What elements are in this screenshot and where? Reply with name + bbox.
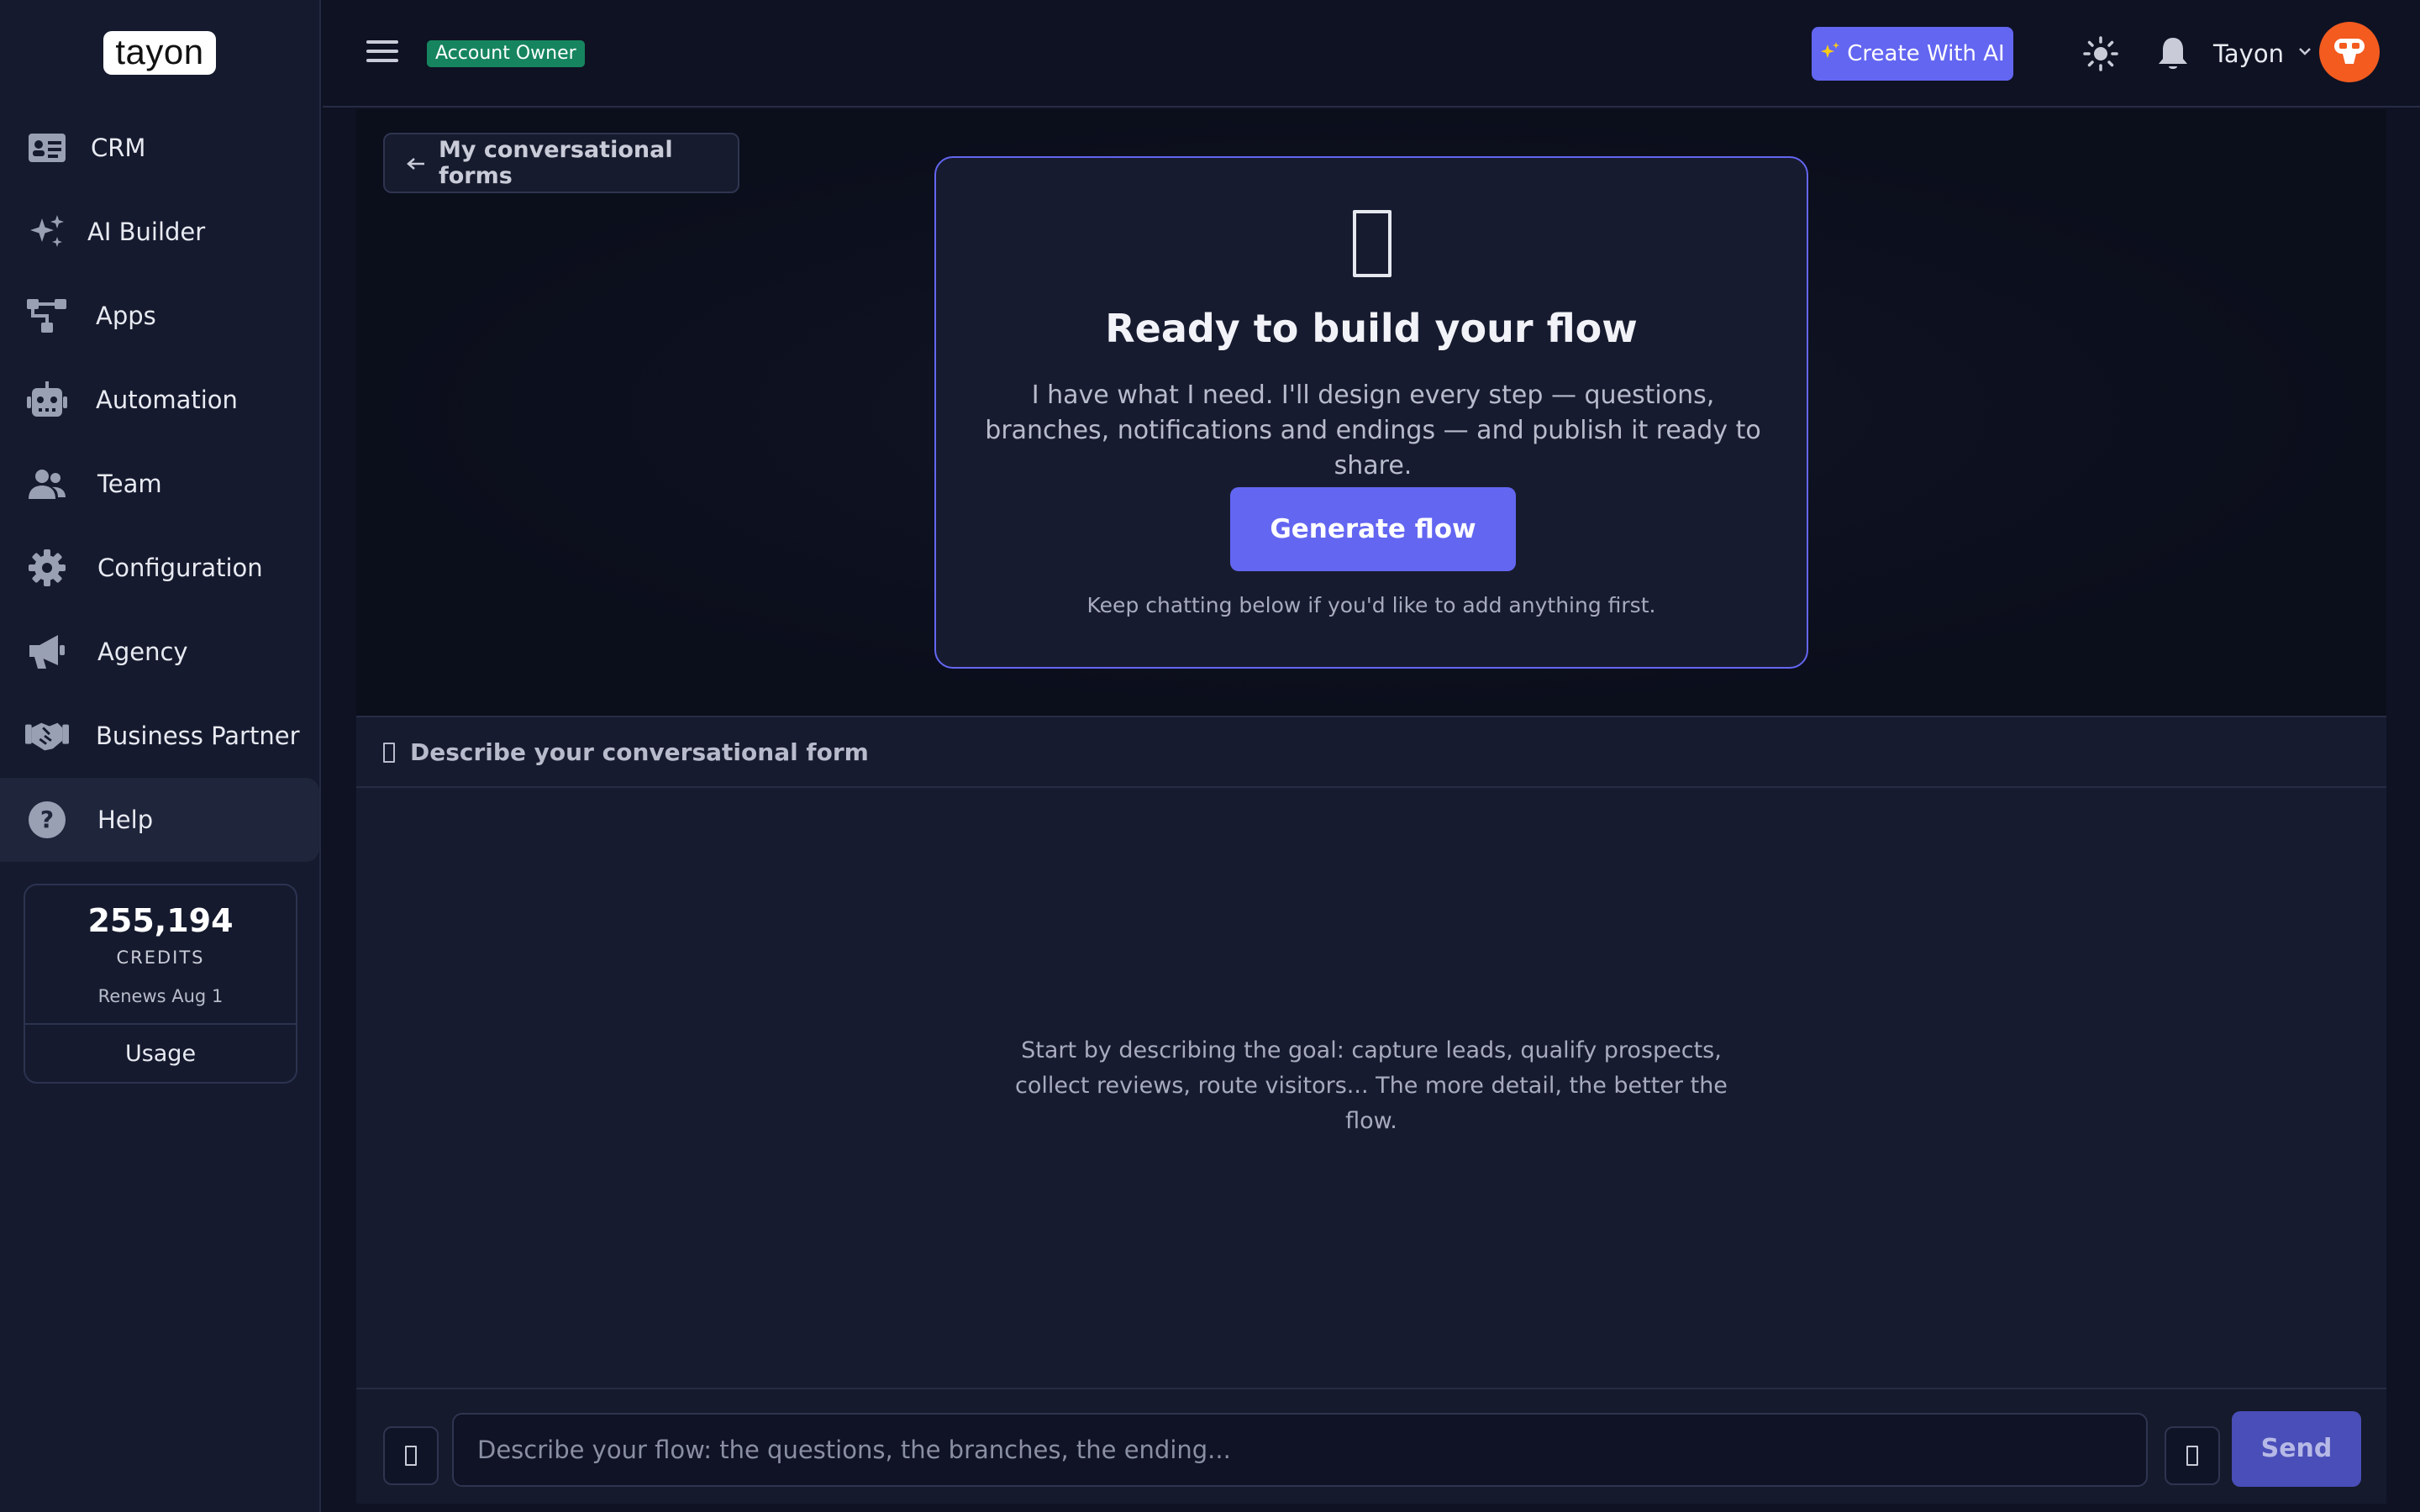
flow-ready-area: My conversational forms Ready to build y… xyxy=(356,109,2386,716)
sidebar: tayon CRM AI Builder Apps Automation Tea… xyxy=(0,0,321,1512)
sidebar-item-configuration[interactable]: Configuration xyxy=(0,526,321,610)
sidebar-item-label: Agency xyxy=(97,638,188,666)
sidebar-item-label: Business Partner xyxy=(96,722,300,750)
attach-button[interactable] xyxy=(383,1426,439,1485)
sidebar-item-label: Configuration xyxy=(97,554,263,582)
chat-composer: Send xyxy=(356,1388,2386,1504)
placeholder-glyph-icon xyxy=(1353,210,1392,277)
robot-icon xyxy=(25,380,69,420)
user-menu-name[interactable]: Tayon xyxy=(2213,35,2284,72)
ready-card: Ready to build your flow I have what I n… xyxy=(934,156,1808,669)
chat-title: Describe your conversational form xyxy=(410,738,869,766)
tayon-logo[interactable]: tayon xyxy=(103,31,216,75)
menu-icon[interactable] xyxy=(366,40,398,66)
main-content: My conversational forms Ready to build y… xyxy=(356,109,2386,1504)
ready-note: Keep chatting below if you'd like to add… xyxy=(1086,593,1656,617)
handshake-icon xyxy=(25,716,69,756)
sidebar-item-label: Automation xyxy=(96,386,238,414)
generate-flow-button[interactable]: Generate flow xyxy=(1230,487,1516,571)
back-to-forms-button[interactable]: My conversational forms xyxy=(383,133,739,193)
arrow-left-icon xyxy=(407,150,425,176)
chat-glyph-icon xyxy=(383,743,395,763)
ready-description: I have what I need. I'll design every st… xyxy=(985,381,1761,480)
flow-icon xyxy=(25,296,69,336)
back-to-forms-label: My conversational forms xyxy=(439,137,673,189)
id-card-icon xyxy=(25,128,69,168)
svg-text:?: ? xyxy=(40,806,54,833)
sidebar-item-automation[interactable]: Automation xyxy=(0,358,321,442)
avatar[interactable] xyxy=(2319,22,2380,82)
ready-title: Ready to build your flow xyxy=(1105,306,1638,351)
sidebar-item-apps[interactable]: Apps xyxy=(0,274,321,358)
top-bar: Account Owner Create With AI Tayon xyxy=(323,0,2420,108)
notifications-bell-icon[interactable] xyxy=(2156,35,2190,72)
chat-header: Describe your conversational form xyxy=(356,717,2386,788)
sidebar-item-crm[interactable]: CRM xyxy=(0,106,321,190)
chat-empty-state: Start by describing the goal: capture le… xyxy=(1015,1037,1728,1134)
sidebar-item-label: Help xyxy=(97,806,154,834)
usage-button[interactable]: Usage xyxy=(25,1025,296,1084)
voice-button[interactable] xyxy=(2165,1426,2220,1485)
chat-panel: Describe your conversational form Start … xyxy=(356,716,2386,1504)
gear-icon xyxy=(25,548,69,588)
theme-toggle-sun-icon[interactable] xyxy=(2082,35,2119,72)
credits-renewal: Renews Aug 1 xyxy=(97,986,224,1006)
megaphone-icon xyxy=(25,632,69,672)
sparkles-icon xyxy=(1820,41,1840,67)
sidebar-item-label: CRM xyxy=(91,134,146,162)
sidebar-item-team[interactable]: Team xyxy=(0,442,321,526)
chat-input[interactable] xyxy=(452,1413,2148,1487)
sidebar-item-business-partner[interactable]: Business Partner xyxy=(0,694,321,778)
sidebar-item-ai-builder[interactable]: AI Builder xyxy=(0,190,321,274)
credits-label: CREDITS xyxy=(116,948,205,968)
sidebar-item-help[interactable]: ? Help xyxy=(0,778,319,862)
create-with-ai-button[interactable]: Create With AI xyxy=(1812,27,2013,81)
sidebar-item-label: Team xyxy=(97,470,162,498)
users-icon xyxy=(25,464,69,504)
send-button[interactable]: Send xyxy=(2232,1411,2361,1487)
question-circle-icon: ? xyxy=(25,800,69,840)
sidebar-item-label: AI Builder xyxy=(87,218,206,246)
microphone-icon xyxy=(2186,1446,2198,1466)
attach-icon xyxy=(405,1446,417,1466)
sparkles-icon xyxy=(25,212,69,252)
create-with-ai-label: Create With AI xyxy=(1847,41,2005,66)
credits-amount: 255,194 xyxy=(87,902,234,939)
sidebar-item-agency[interactable]: Agency xyxy=(0,610,321,694)
credits-card: 255,194 CREDITS Renews Aug 1 Usage xyxy=(24,884,297,1084)
sidebar-item-label: Apps xyxy=(96,302,156,330)
chevron-down-icon[interactable] xyxy=(2297,44,2312,59)
role-badge: Account Owner xyxy=(427,40,585,67)
